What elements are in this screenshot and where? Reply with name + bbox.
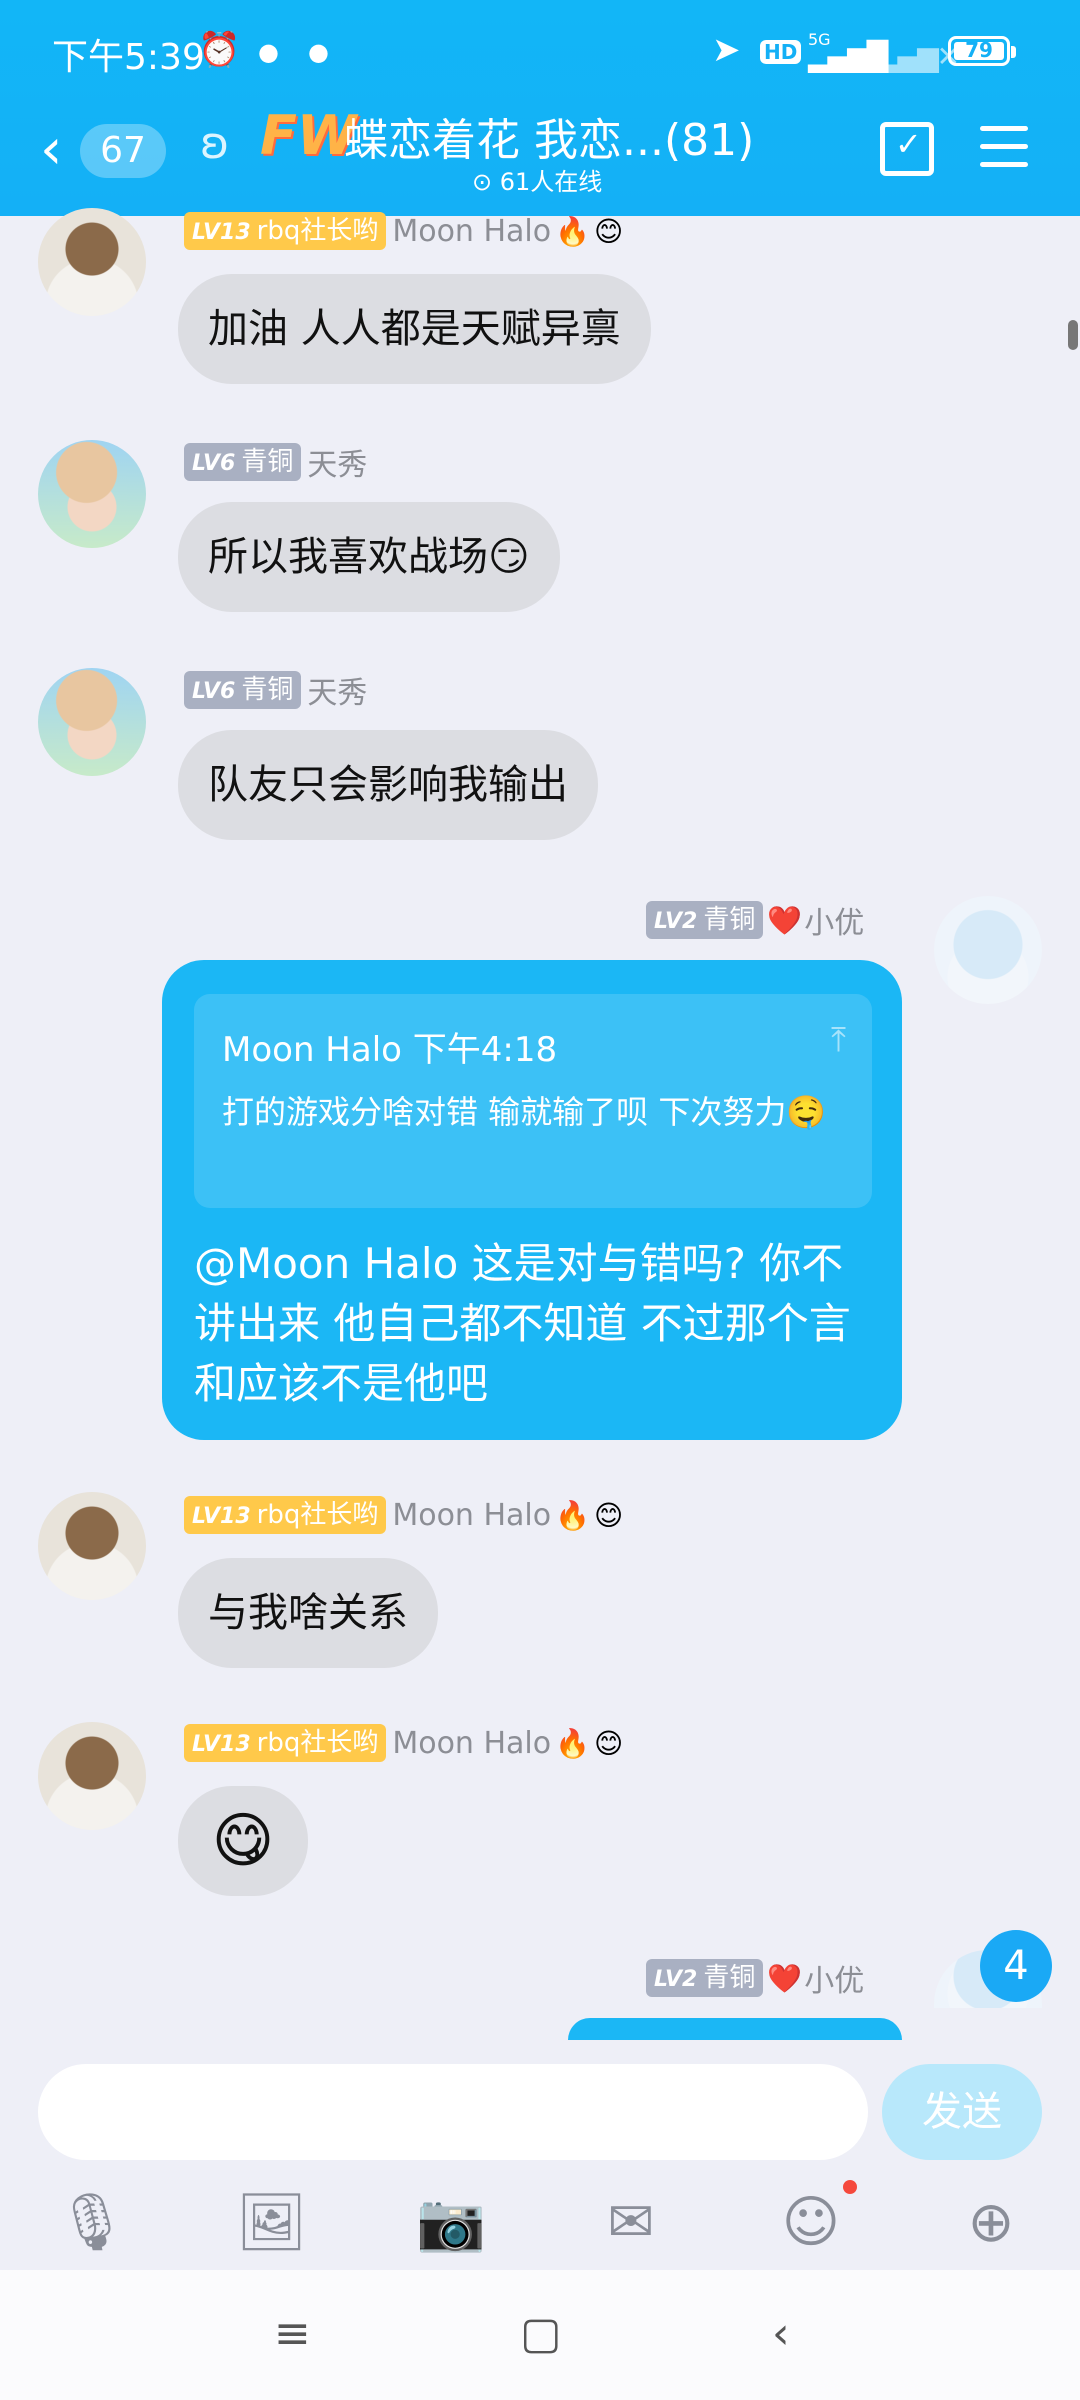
alarm-icon: ⏰ [198, 30, 241, 70]
avatar[interactable] [38, 1722, 146, 1830]
online-count[interactable]: ⊙ 61人在线 [472, 162, 602, 197]
image-icon[interactable]: 🖼 [236, 2188, 307, 2258]
app-header: 下午5:39 ⏰ ● ● ➤ HD 5G ▂▄▆█ ▂▄▆✕ 79 ‹ 67 ʚ… [0, 0, 1080, 216]
message-bubble[interactable] [568, 2018, 902, 2040]
sender-name[interactable]: Moon Halo [392, 214, 551, 249]
mic-icon[interactable]: 🎙 [56, 2188, 127, 2258]
signal-icon: ▂▄▆✕ [878, 40, 960, 73]
back-nav-icon[interactable]: ‹ [772, 2308, 790, 2359]
battery-icon: 79 [948, 36, 1016, 66]
online-count-label: 61人在线 [499, 168, 603, 196]
new-message-count-badge[interactable]: 4 [980, 1930, 1052, 2002]
avatar[interactable] [38, 668, 146, 776]
fire-icon: 🔥 [555, 214, 590, 248]
message-meta: LV13 rbq社长哟 Moon Halo 🔥 😊 [184, 1724, 623, 1762]
level-badge: LV13 rbq社长哟 [184, 212, 387, 250]
chat-nav: ‹ 67 ʚ FW 蝶恋着花 我恋...(81) ⊙ 61人在线 [0, 104, 1080, 216]
smile-badge-icon: 😊 [594, 1498, 624, 1532]
sender-name[interactable]: Moon Halo [392, 1726, 551, 1761]
heart-icon: ❤️ [767, 903, 803, 937]
sender-name[interactable]: Moon Halo [392, 1498, 551, 1533]
sender-name[interactable]: 小优 [804, 898, 864, 942]
scrollbar[interactable] [1068, 320, 1078, 350]
message-input[interactable] [38, 2064, 868, 2160]
quote-header: Moon Halo 下午4:18 [222, 1030, 558, 1070]
message-meta: LV2 青铜 ❤️小优 [646, 898, 864, 941]
avatar[interactable] [934, 896, 1042, 1004]
message-bubble[interactable]: 加油 人人都是天赋异禀 [178, 274, 651, 384]
level-badge: LV2 青铜 [646, 1959, 764, 1997]
group-logo: FW [260, 104, 357, 167]
message-bubble[interactable]: Moon Halo 下午4:18 ⤒ 打的游戏分啥对错 输就输了呗 下次努力🤤 … [162, 960, 902, 1440]
level-badge: LV6 青铜 [184, 443, 302, 481]
fire-icon: 🔥 [555, 1726, 590, 1760]
level-badge: LV13 rbq社长哟 [184, 1496, 387, 1534]
home-icon[interactable]: ▢ [520, 2308, 562, 2359]
red-packet-icon[interactable]: ✉ [596, 2188, 666, 2258]
send-button[interactable]: 发送 [882, 2064, 1042, 2160]
message-bubble[interactable]: 😋 [178, 1786, 308, 1896]
system-nav-bar: ≡ ▢ ‹ [0, 2270, 1080, 2400]
level-badge: LV2 青铜 [646, 901, 764, 939]
unread-count-badge[interactable]: 67 [80, 124, 166, 178]
sender-name[interactable]: 天秀 [307, 440, 367, 484]
message-meta: LV6 青铜 天秀 [184, 440, 367, 483]
menu-icon[interactable] [980, 126, 1028, 180]
ear-icon[interactable]: ʚ [200, 118, 229, 169]
avatar[interactable] [38, 208, 146, 316]
hd-icon: HD [760, 40, 802, 64]
notification-icon: ● [258, 38, 279, 66]
status-time: 下午5:39 [52, 37, 205, 78]
fire-icon: 🔥 [555, 1498, 590, 1532]
notification-icon: ● [308, 38, 329, 66]
message-meta: LV13 rbq社长哟 Moon Halo 🔥 😊 [184, 1496, 623, 1534]
level-badge: LV6 青铜 [184, 671, 302, 709]
group-title[interactable]: 蝶恋着花 我恋...(81) [344, 104, 754, 168]
smile-badge-icon: 😊 [594, 1726, 624, 1760]
message-bubble[interactable]: 队友只会影响我输出 [178, 730, 598, 840]
message-bubble[interactable]: 与我啥关系 [178, 1558, 438, 1668]
level-badge: LV13 rbq社长哟 [184, 1724, 387, 1762]
plus-icon[interactable]: ⊕ [956, 2188, 1026, 2258]
avatar[interactable] [38, 1492, 146, 1600]
signal-icon: ▂▄▆█ [808, 40, 888, 73]
message-bubble[interactable]: 所以我喜欢战场😏 [178, 502, 560, 612]
checkin-calendar-icon[interactable] [880, 122, 934, 176]
camera-icon[interactable]: 📷 [416, 2188, 486, 2258]
notification-dot [843, 2180, 857, 2194]
sender-name[interactable]: 小优 [804, 1956, 864, 2000]
sender-name[interactable]: 天秀 [307, 668, 367, 712]
emoji-icon[interactable]: ☺ [776, 2188, 846, 2258]
smile-badge-icon: 😊 [594, 214, 624, 248]
message-text: @Moon Halo 这是对与错吗? 你不讲出来 他自己都不知道 不过那个言和应… [194, 1239, 851, 1408]
status-bar: 下午5:39 ⏰ ● ● ➤ HD 5G ▂▄▆█ ▂▄▆✕ 79 [0, 0, 1080, 104]
message-meta: LV13 rbq社长哟 Moon Halo 🔥 😊 [184, 212, 623, 250]
message-meta: LV2 青铜 ❤️小优 [646, 1956, 864, 1999]
jump-to-top-icon[interactable]: ⤒ [831, 1020, 846, 1060]
quoted-message[interactable]: Moon Halo 下午4:18 ⤒ 打的游戏分啥对错 输就输了呗 下次努力🤤 [194, 994, 872, 1208]
quote-text: 打的游戏分啥对错 输就输了呗 下次努力🤤 [222, 1093, 827, 1131]
location-icon: ➤ [712, 30, 741, 70]
avatar[interactable] [38, 440, 146, 548]
back-icon[interactable]: ‹ [40, 122, 62, 178]
message-meta: LV6 青铜 天秀 [184, 668, 367, 711]
recents-icon[interactable]: ≡ [274, 2308, 311, 2359]
heart-icon: ❤️ [767, 1961, 803, 1995]
input-bar: 发送 🎙 🖼 📷 ✉ ☺ ⊕ [0, 2040, 1080, 2280]
